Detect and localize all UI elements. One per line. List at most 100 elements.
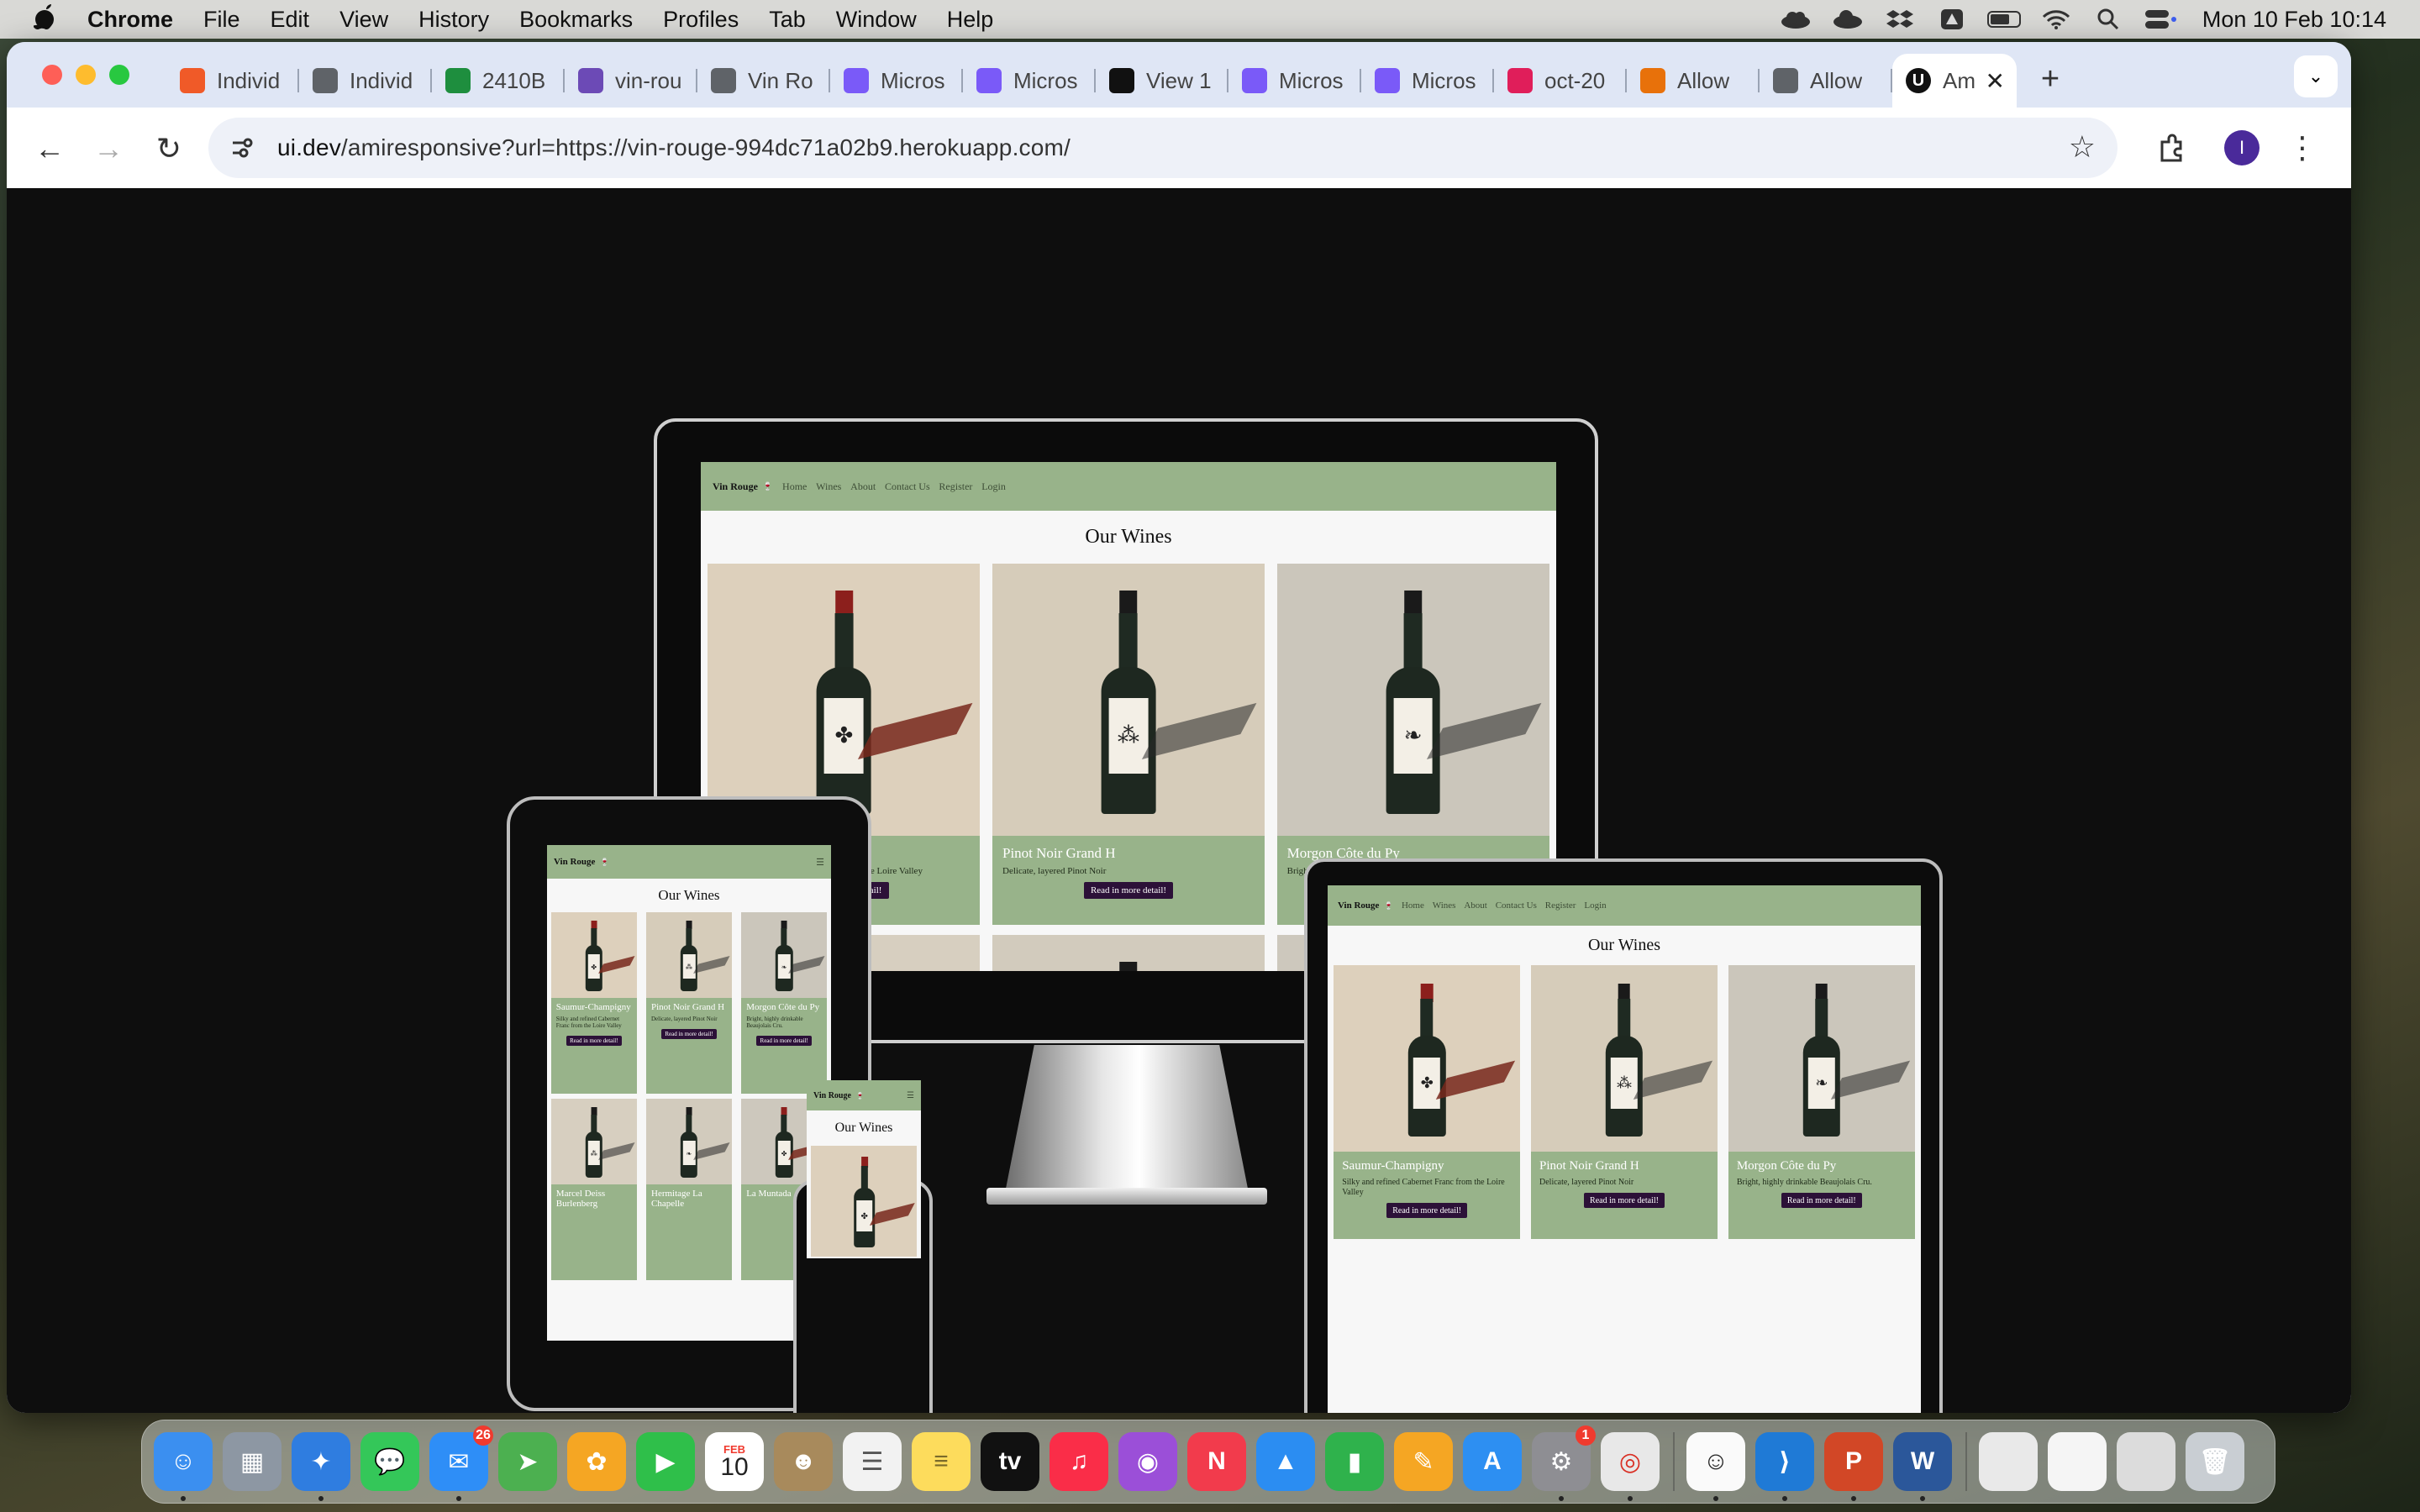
site-nav-link[interactable]: Home bbox=[1402, 900, 1424, 911]
site-info-icon[interactable] bbox=[224, 129, 260, 166]
menu-view[interactable]: View bbox=[339, 7, 388, 33]
chrome-icon[interactable]: ◎ bbox=[1601, 1432, 1660, 1501]
minimize-window-button[interactable] bbox=[76, 65, 96, 85]
browser-tab[interactable]: Individ bbox=[166, 57, 299, 104]
facetime-icon[interactable]: ▶ bbox=[636, 1432, 695, 1491]
safari-icon[interactable]: ✦ bbox=[292, 1432, 350, 1501]
menu-history[interactable]: History bbox=[418, 7, 489, 33]
site-nav-link[interactable]: About bbox=[1464, 900, 1487, 911]
cloud-icon[interactable] bbox=[1779, 8, 1812, 30]
menu-file[interactable]: File bbox=[203, 7, 240, 33]
keynote-icon[interactable]: ▲ bbox=[1256, 1432, 1315, 1491]
profile-button[interactable]: I bbox=[2218, 124, 2265, 171]
site-nav-link[interactable]: Home bbox=[782, 480, 807, 492]
dropbox-icon[interactable] bbox=[1883, 8, 1917, 30]
menu-window[interactable]: Window bbox=[836, 7, 917, 33]
browser-tab[interactable]: vin-rou bbox=[565, 57, 697, 104]
site-nav-link[interactable]: Register bbox=[939, 480, 972, 492]
browser-tab[interactable]: Vin Ro bbox=[697, 57, 830, 104]
menu-help[interactable]: Help bbox=[947, 7, 994, 33]
recent-doc-3-icon[interactable] bbox=[2117, 1432, 2175, 1491]
trash-icon[interactable]: 🗑 bbox=[2186, 1432, 2244, 1491]
drive-icon[interactable] bbox=[1935, 8, 1969, 30]
address-bar[interactable]: ui.dev/amiresponsive?url=https://vin-rou… bbox=[208, 118, 2118, 178]
close-window-button[interactable] bbox=[42, 65, 62, 85]
hamburger-menu-icon[interactable]: ☰ bbox=[816, 857, 824, 868]
menu-profiles[interactable]: Profiles bbox=[663, 7, 739, 33]
system-settings-icon[interactable]: ⚙ 1 bbox=[1532, 1425, 1596, 1501]
read-more-button[interactable]: Read in more detail! bbox=[1781, 1193, 1862, 1209]
finder-icon[interactable]: ☺ bbox=[154, 1432, 213, 1501]
search-icon[interactable] bbox=[2091, 8, 2125, 30]
back-button[interactable]: ← bbox=[29, 128, 71, 170]
hamburger-menu-icon[interactable]: ☰ bbox=[907, 1091, 914, 1100]
site-nav-link[interactable]: About bbox=[850, 480, 876, 492]
site-brand[interactable]: Vin Rouge bbox=[713, 480, 758, 493]
vscode-icon[interactable]: ⟩ bbox=[1755, 1432, 1814, 1501]
wifi-icon[interactable] bbox=[2039, 8, 2073, 30]
site-nav-link[interactable]: Register bbox=[1545, 900, 1576, 911]
read-more-button[interactable]: Read in more detail! bbox=[566, 1036, 622, 1047]
site-nav-link[interactable]: Login bbox=[981, 480, 1006, 492]
tab-search-button[interactable]: ⌄ bbox=[2294, 55, 2338, 97]
launchpad-icon[interactable]: ▦ bbox=[223, 1432, 281, 1491]
site-brand[interactable]: Vin Rouge bbox=[554, 857, 595, 867]
messages-icon[interactable]: 💬 bbox=[360, 1432, 419, 1491]
tv-icon[interactable]: tv bbox=[981, 1432, 1039, 1491]
site-brand[interactable]: Vin Rouge bbox=[813, 1091, 851, 1100]
browser-tab[interactable]: 2410B bbox=[432, 57, 565, 104]
read-more-button[interactable]: Read in more detail! bbox=[756, 1036, 813, 1047]
read-more-button[interactable]: Read in more detail! bbox=[1386, 1203, 1468, 1219]
reminders-icon[interactable]: ☰ bbox=[843, 1432, 902, 1491]
maps-icon[interactable]: ➤ bbox=[498, 1432, 557, 1491]
powerpoint-icon[interactable]: P bbox=[1824, 1432, 1883, 1501]
bookmark-star-icon[interactable]: ☆ bbox=[2069, 129, 2096, 165]
site-nav-link[interactable]: Contact Us bbox=[1496, 900, 1537, 911]
reload-button[interactable]: ↻ bbox=[148, 128, 190, 170]
new-tab-button[interactable]: + bbox=[2025, 54, 2075, 104]
more-menu-icon[interactable]: ⋮ bbox=[2279, 124, 2326, 171]
podcasts-icon[interactable]: ◉ bbox=[1118, 1432, 1177, 1491]
recent-doc-1-icon[interactable] bbox=[1979, 1432, 2038, 1491]
smiley-app-icon[interactable]: ☺ bbox=[1686, 1432, 1745, 1501]
browser-tab[interactable]: Micros bbox=[1228, 57, 1361, 104]
music-icon[interactable]: ♫ bbox=[1050, 1432, 1108, 1491]
icloud-icon[interactable] bbox=[1831, 8, 1865, 30]
site-nav-link[interactable]: Wines bbox=[1433, 900, 1456, 911]
calendar-icon[interactable]: FEB 10 bbox=[705, 1432, 764, 1491]
browser-tab[interactable]: oct-20 bbox=[1494, 57, 1627, 104]
read-more-button[interactable]: Read in more detail! bbox=[1584, 1193, 1665, 1209]
control-center-icon[interactable] bbox=[2144, 8, 2177, 30]
numbers-icon[interactable]: ▮ bbox=[1325, 1432, 1384, 1491]
browser-tab[interactable]: Micros bbox=[830, 57, 963, 104]
apple-menu-icon[interactable] bbox=[32, 3, 59, 36]
photos-icon[interactable]: ✿ bbox=[567, 1432, 626, 1491]
battery-icon[interactable] bbox=[1986, 8, 2021, 30]
menu-app-name[interactable]: Chrome bbox=[87, 7, 173, 33]
browser-tab[interactable]: Micros bbox=[1361, 57, 1494, 104]
browser-tab-active[interactable]: U Am ✕ bbox=[1892, 54, 2017, 108]
news-icon[interactable]: N bbox=[1187, 1432, 1246, 1491]
browser-tab[interactable]: Allow bbox=[1760, 57, 1892, 104]
site-nav-link[interactable]: Contact Us bbox=[885, 480, 930, 492]
menu-tab[interactable]: Tab bbox=[769, 7, 806, 33]
menu-clock[interactable]: Mon 10 Feb 10:14 bbox=[2202, 7, 2386, 33]
close-tab-icon[interactable]: ✕ bbox=[1986, 67, 2005, 95]
app-store-icon[interactable]: A bbox=[1463, 1432, 1522, 1491]
browser-tab[interactable]: Individ bbox=[299, 57, 432, 104]
word-icon[interactable]: W bbox=[1893, 1432, 1952, 1501]
menu-edit[interactable]: Edit bbox=[271, 7, 310, 33]
forward-button[interactable]: → bbox=[87, 128, 129, 170]
pages-icon[interactable]: ✎ bbox=[1394, 1432, 1453, 1491]
mail-icon[interactable]: ✉ 26 bbox=[429, 1425, 493, 1501]
read-more-button[interactable]: Read in more detail! bbox=[1083, 882, 1174, 900]
contacts-icon[interactable]: ☻ bbox=[774, 1432, 833, 1491]
browser-tab[interactable]: View 1 bbox=[1096, 57, 1228, 104]
site-nav-link[interactable]: Wines bbox=[816, 480, 841, 492]
read-more-button[interactable]: Read in more detail! bbox=[661, 1028, 717, 1040]
browser-tab[interactable]: Allow bbox=[1627, 57, 1760, 104]
recent-doc-2-icon[interactable] bbox=[2048, 1432, 2107, 1491]
extensions-icon[interactable] bbox=[2148, 124, 2195, 171]
site-brand[interactable]: Vin Rouge bbox=[1338, 900, 1379, 911]
site-nav-link[interactable]: Login bbox=[1584, 900, 1606, 911]
